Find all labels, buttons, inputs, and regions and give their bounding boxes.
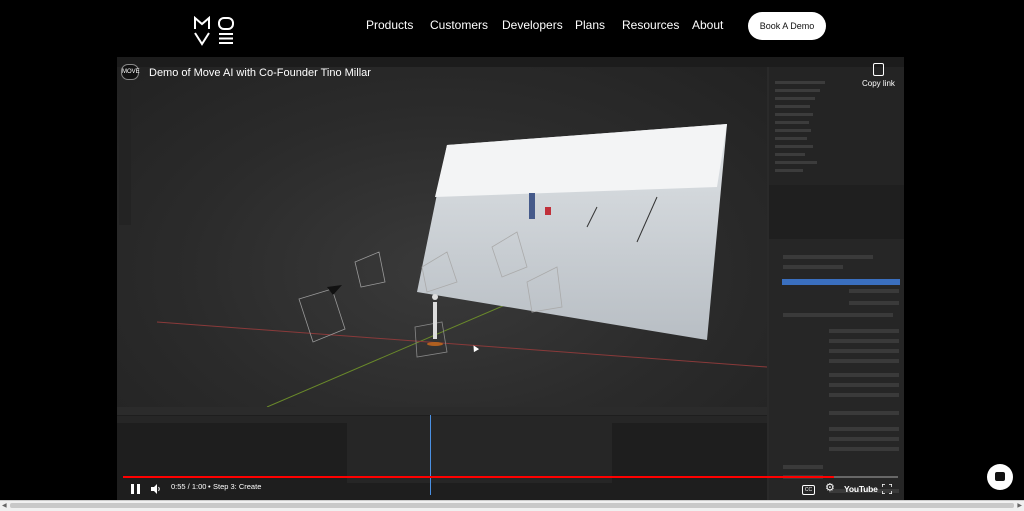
settings-gear-icon[interactable]: ⚙	[825, 483, 835, 494]
chat-icon	[995, 472, 1005, 481]
blender-toolbar	[119, 85, 131, 225]
pause-icon[interactable]	[131, 484, 140, 494]
video-title[interactable]: Demo of Move AI with Co-Founder Tino Mil…	[149, 67, 371, 79]
move-logo-icon	[194, 15, 234, 46]
blender-menubar	[117, 57, 904, 67]
channel-avatar[interactable]: MOVE	[121, 64, 140, 80]
copy-icon[interactable]	[873, 63, 884, 76]
book-demo-button[interactable]: Book A Demo	[748, 12, 826, 40]
scroll-left-icon[interactable]: ◀	[2, 502, 7, 509]
youtube-logo[interactable]: YouTube	[844, 484, 878, 494]
timeline-playhead	[430, 415, 431, 495]
chat-launcher-button[interactable]	[987, 464, 1013, 490]
fullscreen-icon[interactable]	[882, 484, 892, 494]
volume-icon[interactable]	[151, 484, 161, 494]
nav-resources[interactable]: Resources	[622, 18, 679, 32]
move-logo[interactable]	[194, 15, 238, 46]
video-progress-bar[interactable]	[123, 476, 898, 478]
scrollbar-thumb[interactable]	[10, 503, 1014, 508]
nav-plans[interactable]: Plans	[575, 18, 605, 32]
nav-products[interactable]: Products	[366, 18, 413, 32]
horizontal-scrollbar[interactable]: ◀ ▶	[0, 500, 1024, 511]
captions-icon[interactable]: CC	[802, 485, 815, 495]
scroll-right-icon[interactable]: ▶	[1017, 502, 1022, 509]
blender-active-slot	[782, 279, 900, 285]
video-progress-fill	[123, 476, 834, 478]
blender-empty-area	[769, 185, 904, 239]
nav-about[interactable]: About	[692, 18, 723, 32]
nav-developers[interactable]: Developers	[502, 18, 563, 32]
video-time: 0:55 / 1:00	[171, 482, 207, 491]
video-player[interactable]: MOVE Demo of Move AI with Co-Founder Tin…	[117, 57, 904, 500]
scene-graphic	[156, 124, 768, 408]
video-chapter[interactable]: Step 3: Create	[213, 482, 261, 491]
chapter-separator: •	[208, 482, 211, 491]
blender-viewport	[117, 67, 768, 408]
copy-link-label[interactable]: Copy link	[862, 79, 895, 88]
nav-customers[interactable]: Customers	[430, 18, 488, 32]
